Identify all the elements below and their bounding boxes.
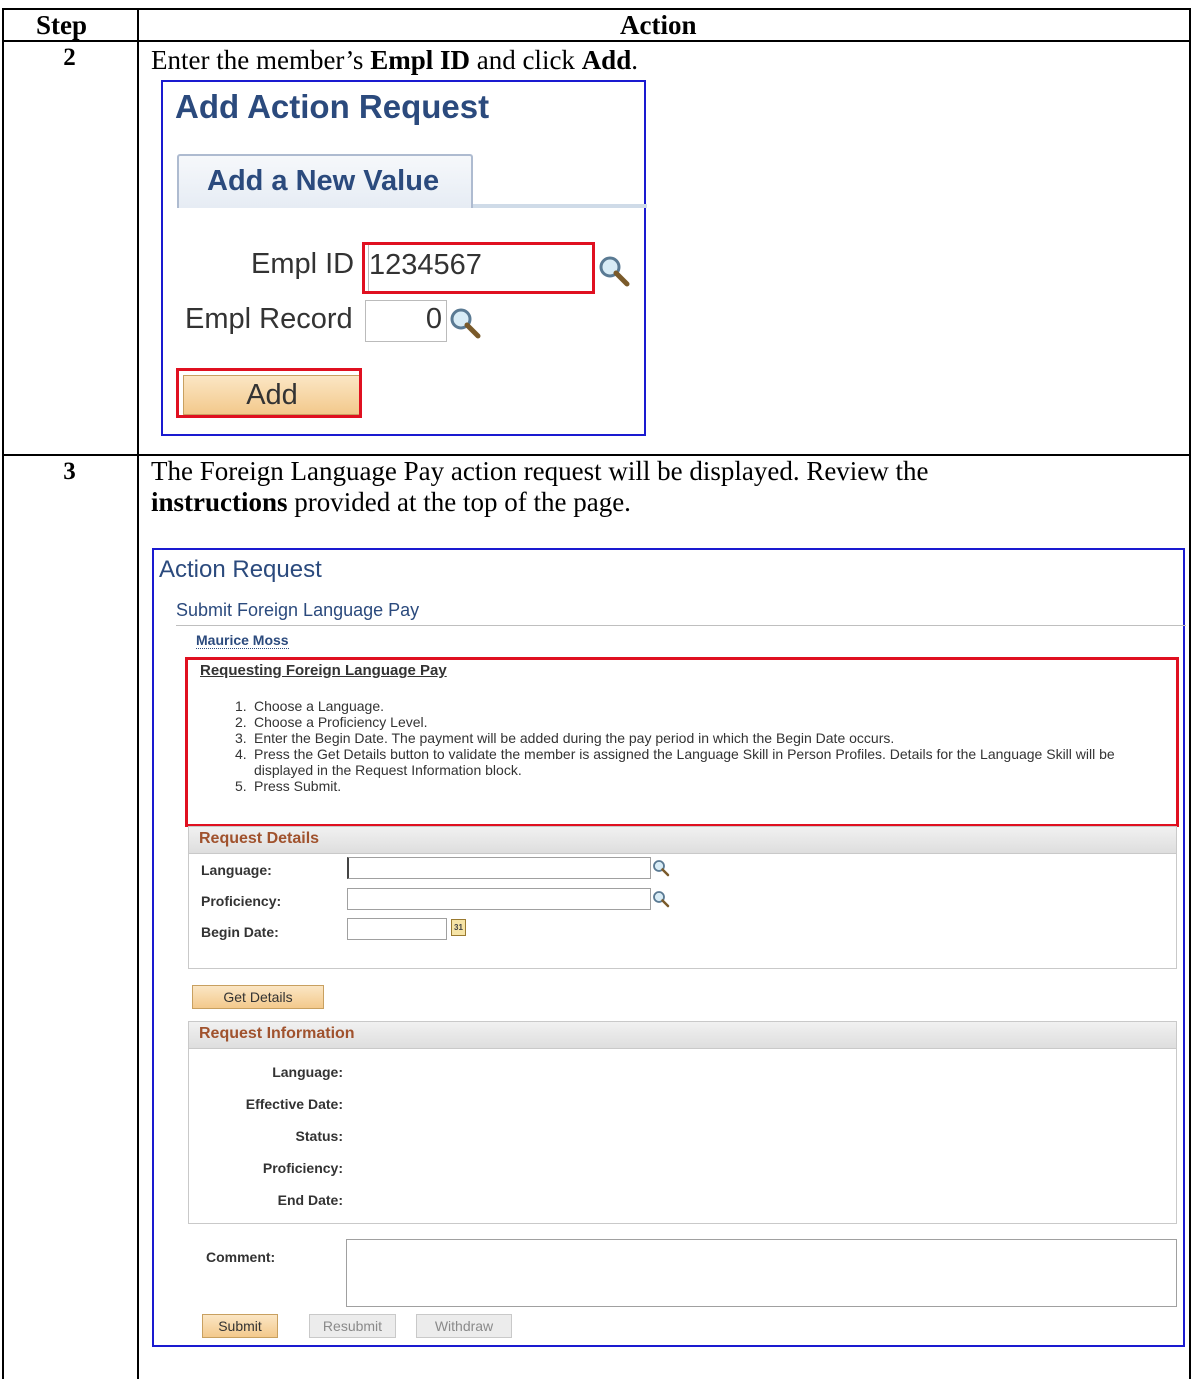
group-header: Request Information xyxy=(189,1022,1176,1049)
instruction-text: and click xyxy=(469,45,582,75)
lookup-icon[interactable] xyxy=(652,859,670,877)
language-input[interactable] xyxy=(347,857,651,879)
add-action-request-screenshot: Add Action Request Add a New Value Empl … xyxy=(161,80,647,436)
instruction-bold: Empl ID xyxy=(370,45,470,75)
instruction-text: provided at the top of the page. xyxy=(287,487,631,517)
instruction-text: The Foreign Language Pay action request … xyxy=(151,456,929,486)
proficiency-label: Proficiency: xyxy=(201,893,282,909)
page-title: Add Action Request xyxy=(175,88,490,125)
lookup-icon[interactable] xyxy=(652,890,670,908)
empl-record-label: Empl Record xyxy=(185,303,353,335)
step-number: 2 xyxy=(63,44,76,71)
instruction-text: Enter the member’s xyxy=(151,45,371,75)
info-language-label: Language: xyxy=(272,1064,343,1080)
step-number: 3 xyxy=(63,458,76,485)
withdraw-button[interactable]: Withdraw xyxy=(416,1314,512,1338)
table-border-top xyxy=(2,8,1191,10)
action-request-screenshot: Action Request Submit Foreign Language P… xyxy=(152,548,1186,1347)
lookup-icon[interactable] xyxy=(597,254,631,288)
calendar-day: 31 xyxy=(454,923,463,932)
info-effective-date-label: Effective Date: xyxy=(245,1096,343,1112)
group-title: Request Details xyxy=(199,830,320,847)
step-instruction: Enter the member’s Empl ID and click Add… xyxy=(151,45,638,76)
highlight-box xyxy=(185,657,1179,827)
group-title: Request Information xyxy=(199,1025,355,1042)
page-subtitle: Submit Foreign Language Pay xyxy=(176,600,420,620)
divider xyxy=(176,625,1186,626)
highlight-box xyxy=(362,242,595,294)
begin-date-input[interactable] xyxy=(347,918,447,940)
lookup-icon[interactable] xyxy=(448,306,482,340)
info-status-label: Status: xyxy=(295,1128,343,1144)
language-label: Language: xyxy=(201,862,272,878)
instruction-text: . xyxy=(631,45,638,75)
comment-textarea[interactable] xyxy=(346,1239,1177,1307)
empl-id-label: Empl ID xyxy=(251,248,355,280)
member-name-link[interactable]: Maurice Moss xyxy=(196,632,289,649)
empl-record-input[interactable]: 0 xyxy=(365,300,447,342)
table-border-header xyxy=(2,40,1191,42)
proficiency-input[interactable] xyxy=(347,888,651,910)
header-action: Action xyxy=(620,10,697,40)
instruction-bold: instructions xyxy=(151,487,288,517)
tab-label: Add a New Value xyxy=(207,165,440,197)
comment-label: Comment: xyxy=(206,1249,276,1265)
submit-button[interactable]: Submit xyxy=(202,1314,278,1338)
tab-add-new-value[interactable]: Add a New Value xyxy=(177,154,473,208)
resubmit-button[interactable]: Resubmit xyxy=(309,1314,396,1338)
empl-record-value: 0 xyxy=(425,303,442,335)
table-border-left xyxy=(2,8,4,1379)
page-title: Action Request xyxy=(159,556,322,583)
info-end-date-label: End Date: xyxy=(277,1192,343,1208)
header-step: Step xyxy=(36,10,88,40)
get-details-button[interactable]: Get Details xyxy=(192,985,324,1009)
instruction-bold: Add xyxy=(581,45,632,75)
table-border-mid xyxy=(137,8,139,1379)
step-instruction: The Foreign Language Pay action request … xyxy=(151,456,1181,518)
group-header: Request Details xyxy=(189,827,1176,854)
begin-date-label: Begin Date: xyxy=(201,924,279,940)
calendar-icon[interactable]: 31 xyxy=(451,919,466,936)
request-details-group: Request Details xyxy=(188,826,1177,969)
highlight-box xyxy=(176,368,362,418)
info-proficiency-label: Proficiency: xyxy=(262,1160,343,1176)
